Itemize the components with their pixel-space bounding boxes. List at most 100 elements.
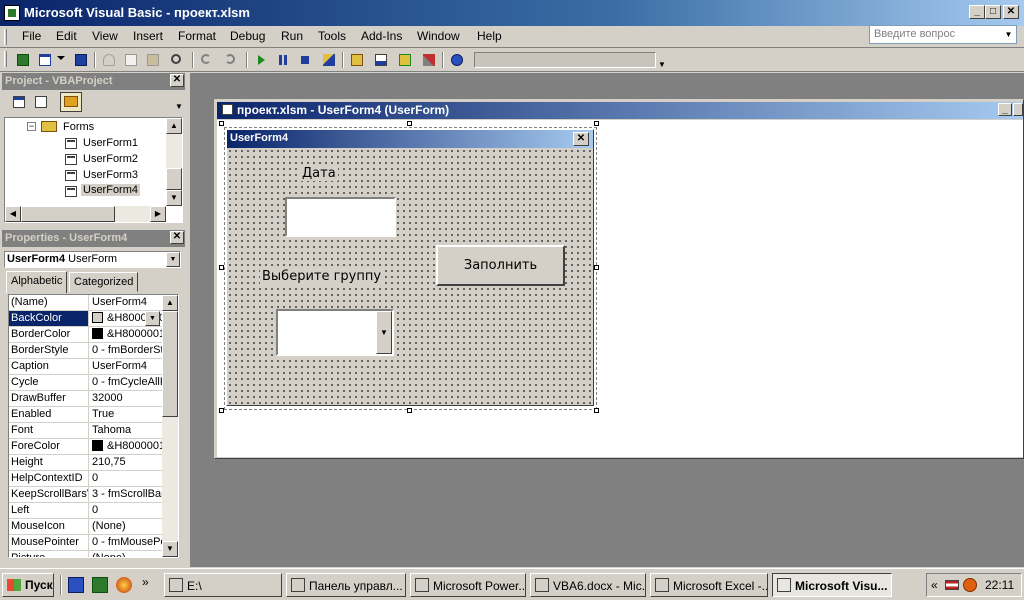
run-icon[interactable] xyxy=(252,51,270,69)
find-icon[interactable] xyxy=(168,51,186,69)
property-row[interactable]: KeepScrollBarsVisible3 - fmScrollBarsBot… xyxy=(9,487,163,503)
menu-run[interactable]: Run xyxy=(279,29,305,43)
excel-quicklaunch-icon[interactable] xyxy=(92,577,108,593)
resize-handle[interactable] xyxy=(219,121,224,126)
property-row[interactable]: HelpContextID 0 xyxy=(9,471,163,487)
menu-view[interactable]: View xyxy=(90,29,120,43)
scroll-up-icon[interactable]: ▲ xyxy=(166,118,182,134)
menu-format[interactable]: Format xyxy=(176,29,218,43)
resize-handle[interactable] xyxy=(407,408,412,413)
resize-handle[interactable] xyxy=(594,121,599,126)
object-browser-icon[interactable] xyxy=(396,51,414,69)
property-row[interactable]: Enabled True xyxy=(9,407,163,423)
property-value[interactable]: 0 - fmBorderStyleNone xyxy=(90,343,163,358)
excel-icon[interactable] xyxy=(14,51,32,69)
scroll-right-icon[interactable]: ▶ xyxy=(150,206,166,222)
group-combobox[interactable]: ▼ xyxy=(276,309,394,356)
reset-icon[interactable] xyxy=(296,51,314,69)
break-icon[interactable] xyxy=(274,51,292,69)
word-quicklaunch-icon[interactable] xyxy=(68,577,84,593)
resize-handle[interactable] xyxy=(594,265,599,270)
chevron-down-icon[interactable]: ▼ xyxy=(376,311,392,354)
menu-edit[interactable]: Edit xyxy=(54,29,79,43)
date-textbox[interactable] xyxy=(285,197,396,237)
label-date[interactable]: Дата xyxy=(300,166,338,181)
tab-alphabetic[interactable]: Alphabetic xyxy=(6,271,68,293)
taskbar-button[interactable]: Microsoft Excel -... xyxy=(650,573,768,597)
tree-horizontal-scrollbar[interactable]: ◀ ▶ xyxy=(5,206,166,222)
taskbar-button[interactable]: VBA6.docx - Mic... xyxy=(530,573,646,597)
properties-vertical-scrollbar[interactable]: ▲ ▼ xyxy=(162,295,178,557)
properties-window-icon[interactable] xyxy=(372,51,390,69)
tree-vertical-scrollbar[interactable]: ▲ ▼ xyxy=(166,118,182,206)
close-button[interactable]: ✕ xyxy=(1003,5,1019,19)
menu-window[interactable]: Window xyxy=(415,29,462,43)
taskbar-button[interactable]: Microsoft Power... xyxy=(410,573,526,597)
chevron-down-icon[interactable]: ▼ xyxy=(175,102,183,111)
redo-icon[interactable] xyxy=(222,51,240,69)
quicklaunch-chevron-icon[interactable]: » xyxy=(142,575,149,589)
property-row[interactable]: BorderStyle0 - fmBorderStyleNone xyxy=(9,343,163,359)
property-value[interactable]: UserForm4 xyxy=(90,295,163,310)
taskbar-button[interactable]: Microsoft Visu... xyxy=(772,573,892,597)
design-mode-icon[interactable] xyxy=(320,51,338,69)
resize-handle[interactable] xyxy=(219,408,224,413)
property-row[interactable]: DrawBuffer 32000 xyxy=(9,391,163,407)
property-value[interactable]: 210,75 xyxy=(90,455,163,470)
tab-categorized[interactable]: Categorized xyxy=(69,272,139,292)
object-selector[interactable]: UserForm4 UserForm ▼ xyxy=(4,251,181,268)
resize-handle[interactable] xyxy=(594,408,599,413)
chevron-down-icon[interactable]: ▼ xyxy=(145,311,160,326)
browser-quicklaunch-icon[interactable] xyxy=(116,577,132,593)
toggle-folders-icon[interactable] xyxy=(60,92,82,112)
property-row[interactable]: Left 0 xyxy=(9,503,163,519)
clock[interactable]: 22:11 xyxy=(985,578,1014,592)
property-row[interactable]: ForeColor&H80000012& xyxy=(9,439,163,455)
undo-icon[interactable] xyxy=(198,51,216,69)
start-button[interactable]: Пуск xyxy=(2,573,54,597)
tray-app-icon[interactable] xyxy=(963,578,977,592)
fill-button[interactable]: Заполнить xyxy=(436,245,565,286)
property-row[interactable]: (Name) UserForm4 xyxy=(9,295,163,311)
property-value[interactable]: (None) xyxy=(90,551,163,557)
property-value[interactable]: Tahoma xyxy=(90,423,163,438)
taskbar-button[interactable]: E:\ xyxy=(164,573,282,597)
property-value[interactable]: &H8000000F&▼ xyxy=(90,311,163,326)
toolbar-grip-handle[interactable] xyxy=(4,51,7,67)
property-value[interactable]: 0 - fmCycleAllForms xyxy=(90,375,163,390)
property-value[interactable]: 0 - fmMousePointerDefault xyxy=(90,535,163,550)
label-select-group[interactable]: Выберите группу xyxy=(260,269,384,284)
menu-add-ins[interactable]: Add-Ins xyxy=(359,29,404,43)
property-value[interactable]: 32000 xyxy=(90,391,163,406)
menu-grip-handle[interactable] xyxy=(4,29,7,45)
help-icon[interactable] xyxy=(448,51,466,69)
properties-grid[interactable]: (Name)UserForm4BackColor&H8000000F&▼Bord… xyxy=(8,294,179,558)
dropdown-arrow-icon[interactable] xyxy=(56,51,66,69)
property-value[interactable]: (None) xyxy=(90,519,163,534)
menu-help[interactable]: Help xyxy=(475,29,504,43)
project-explorer-icon[interactable] xyxy=(348,51,366,69)
scroll-thumb[interactable] xyxy=(166,168,182,190)
scroll-down-icon[interactable]: ▼ xyxy=(162,541,178,557)
menu-tools[interactable]: Tools xyxy=(316,29,348,43)
collapse-icon[interactable]: − xyxy=(27,122,36,131)
maximize-button[interactable]: □ xyxy=(985,5,1001,19)
language-flag-icon[interactable] xyxy=(945,580,959,590)
cut-icon[interactable] xyxy=(100,51,118,69)
chevron-down-icon[interactable]: ▼ xyxy=(1002,27,1015,42)
property-row[interactable]: Caption UserForm4 xyxy=(9,359,163,375)
scroll-thumb[interactable] xyxy=(21,206,115,222)
property-row[interactable]: Cycle0 - fmCycleAllForms xyxy=(9,375,163,391)
minimize-button[interactable]: _ xyxy=(969,5,985,19)
view-code-icon[interactable] xyxy=(10,93,28,111)
tray-chevron-icon[interactable]: « xyxy=(931,578,938,592)
property-value[interactable]: UserForm4 xyxy=(90,359,163,374)
property-value[interactable]: &H80000012& xyxy=(90,439,163,454)
vba-app-icon[interactable] xyxy=(4,5,20,21)
scroll-down-icon[interactable]: ▼ xyxy=(166,190,182,206)
toolbar-options-icon[interactable]: ▼ xyxy=(658,60,666,69)
menu-file[interactable]: File xyxy=(20,29,43,43)
property-value[interactable]: 0 xyxy=(90,503,163,518)
resize-handle[interactable] xyxy=(219,265,224,270)
designer-maximize-button[interactable] xyxy=(1013,103,1023,116)
